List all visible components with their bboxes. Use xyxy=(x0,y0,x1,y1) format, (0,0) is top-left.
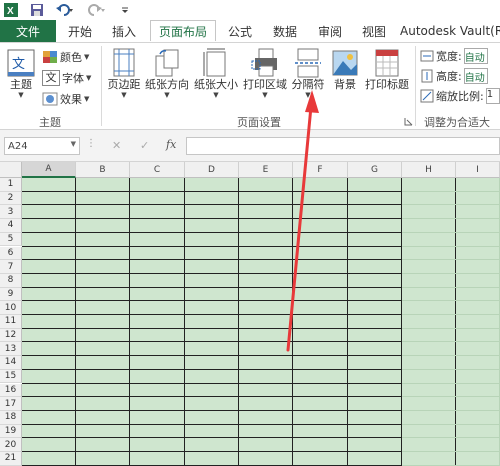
annotation-arrow xyxy=(286,90,319,352)
arrow-shaft xyxy=(286,94,314,352)
arrow-head xyxy=(305,90,319,113)
